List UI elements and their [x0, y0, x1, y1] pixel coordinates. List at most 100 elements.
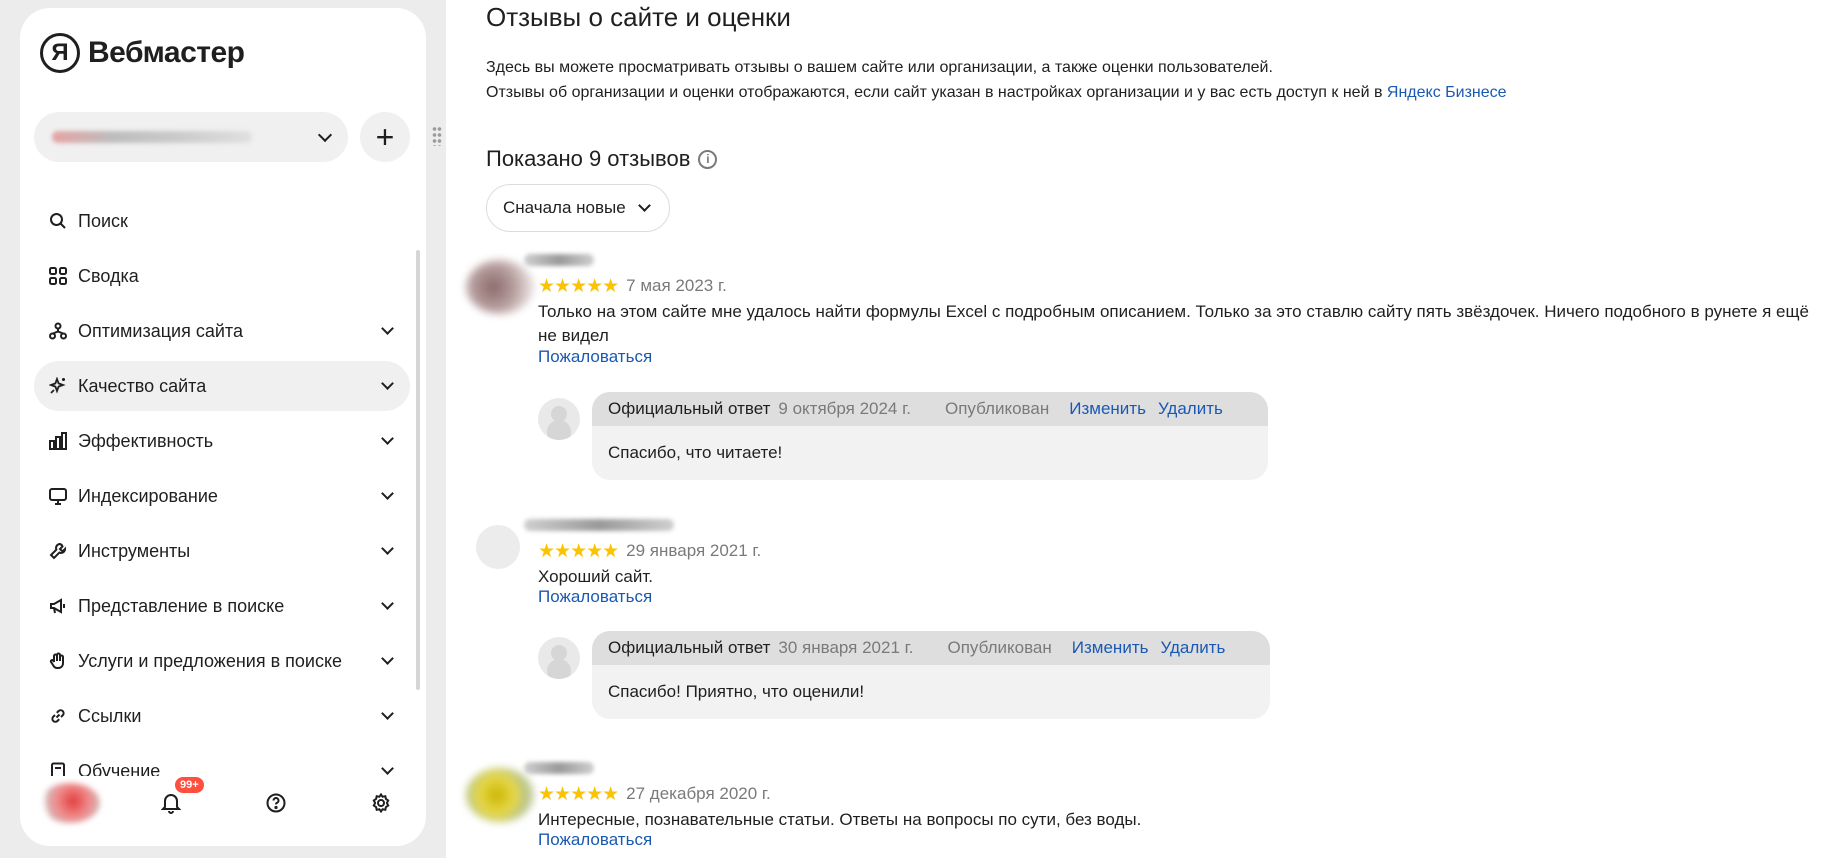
rating-stars: ★★★★★ [538, 540, 619, 562]
sidebar: Я Вебмастер + Поиск Сводка Оптимизация с… [20, 8, 426, 846]
reply-text: Спасибо, что читаете! [608, 443, 783, 462]
sidebar-item-indexing[interactable]: Индексирование [34, 471, 410, 521]
edit-reply-link[interactable]: Изменить [1072, 638, 1149, 658]
gear-icon[interactable] [370, 792, 392, 814]
review-meta: ★★★★★ 7 мая 2023 г. [538, 276, 727, 296]
chevron-down-icon [381, 597, 394, 610]
sidebar-item-label: Представление в поиске [78, 595, 285, 616]
delete-reply-link[interactable]: Удалить [1158, 399, 1223, 419]
site-name-redacted [52, 131, 252, 143]
search-icon [48, 211, 68, 231]
sidebar-item-label: Инструменты [78, 540, 191, 561]
chevron-down-icon [381, 377, 394, 390]
reviewer-avatar [466, 768, 534, 822]
bar-chart-icon [48, 431, 68, 451]
sidebar-resize-handle[interactable] [432, 126, 442, 146]
reviewer-avatar [466, 260, 534, 314]
notifications-badge: 99+ [175, 777, 204, 793]
monitor-icon [48, 486, 68, 506]
sidebar-item-tools[interactable]: Инструменты [34, 526, 410, 576]
sidebar-bottom-bar: 99+ [20, 775, 426, 835]
complain-link[interactable]: Пожаловаться [538, 830, 652, 850]
reply-label: Официальный ответ [608, 399, 771, 418]
help-icon[interactable] [265, 792, 287, 814]
sidebar-item-learning[interactable]: Обучение [34, 746, 410, 776]
chevron-down-icon [381, 762, 394, 775]
reply-avatar [538, 398, 580, 440]
grid-icon [48, 266, 68, 286]
sidebar-item-links[interactable]: Ссылки [34, 691, 410, 741]
reviews-count-label: Показано 9 отзывов [486, 146, 691, 171]
complain-link[interactable]: Пожаловаться [538, 347, 652, 367]
yandex-business-link[interactable]: Яндекс Бизнесе [1387, 84, 1507, 101]
yandex-logo-icon: Я [40, 33, 80, 73]
sidebar-item-label: Сводка [78, 265, 139, 286]
complain-link[interactable]: Пожаловаться [538, 587, 652, 607]
review-meta: ★★★★★ 29 января 2021 г. [538, 541, 761, 561]
reply-text: Спасибо! Приятно, что оценили! [608, 682, 865, 701]
rating-stars: ★★★★★ [538, 783, 619, 805]
chevron-down-icon [637, 199, 651, 212]
reply-date: 30 января 2021 г. [778, 638, 914, 657]
sidebar-item-label: Оптимизация сайта [78, 320, 243, 341]
sidebar-scrollbar[interactable] [416, 250, 420, 690]
avatar[interactable] [40, 783, 100, 823]
review-date: 27 декабря 2020 г. [626, 784, 771, 803]
bell-icon[interactable] [160, 792, 182, 814]
sidebar-item-summary[interactable]: Сводка [34, 251, 410, 301]
review-date: 7 мая 2023 г. [626, 276, 727, 295]
sidebar-item-services[interactable]: Услуги и предложения в поиске [34, 636, 410, 686]
logo-text: Вебмастер [88, 36, 245, 69]
sidebar-item-label: Эффективность [78, 430, 214, 451]
sidebar-item-efficiency[interactable]: Эффективность [34, 416, 410, 466]
sparkles-icon [48, 376, 68, 396]
review-meta: ★★★★★ 27 декабря 2020 г. [538, 784, 771, 804]
reviewer-name-redacted [524, 519, 674, 531]
reviewer-avatar [476, 525, 520, 569]
sidebar-item-quality[interactable]: Качество сайта [34, 361, 410, 411]
intro-line-1: Здесь вы можете просматривать отзывы о в… [486, 59, 1273, 76]
intro-line-2: Отзывы об организации и оценки отображаю… [486, 80, 1507, 105]
sidebar-item-label: Индексирование [78, 485, 218, 506]
review-date: 29 января 2021 г. [626, 541, 762, 560]
sidebar-nav: Поиск Сводка Оптимизация сайта Качество … [34, 196, 410, 776]
hand-icon [48, 651, 68, 671]
sidebar-item-optimization[interactable]: Оптимизация сайта [34, 306, 410, 356]
chevron-down-icon [317, 127, 333, 142]
delete-reply-link[interactable]: Удалить [1160, 638, 1225, 658]
reply-avatar [538, 637, 580, 679]
sidebar-item-search[interactable]: Поиск [34, 196, 410, 246]
add-site-button[interactable]: + [360, 112, 410, 162]
chevron-down-icon [381, 432, 394, 445]
sidebar-item-label: Ссылки [78, 705, 142, 726]
reply-header: Официальный ответ 9 октября 2024 г. Опуб… [592, 392, 1268, 426]
sidebar-item-label: Услуги и предложения в поиске [78, 650, 343, 671]
intro-text: Здесь вы можете просматривать отзывы о в… [486, 55, 1507, 105]
page-title: Отзывы о сайте и оценки [486, 2, 791, 32]
sidebar-item-search-appearance[interactable]: Представление в поиске [34, 581, 410, 631]
reply-box: Официальный ответ 30 января 2021 г. Опуб… [592, 631, 1270, 719]
reviewer-name-redacted [524, 762, 594, 774]
reply-status: Опубликован [947, 638, 1052, 657]
chevron-down-icon [381, 487, 394, 500]
sidebar-item-label: Качество сайта [78, 375, 207, 396]
intro-line-2-text: Отзывы об организации и оценки отображаю… [486, 84, 1387, 101]
reply-status: Опубликован [944, 399, 1050, 418]
edit-reply-link[interactable]: Изменить [1069, 399, 1146, 419]
reviewer-name-redacted [524, 254, 594, 266]
logo[interactable]: Я Вебмастер [40, 32, 245, 74]
info-icon[interactable]: i [698, 149, 718, 169]
reply-date: 9 октября 2024 г. [778, 399, 911, 418]
reply-box: Официальный ответ 9 октября 2024 г. Опуб… [592, 392, 1268, 480]
site-selector[interactable] [34, 112, 348, 162]
book-icon [48, 761, 68, 776]
reply-label: Официальный ответ [608, 638, 771, 657]
chevron-down-icon [381, 707, 394, 720]
sort-label: Сначала новые [503, 198, 626, 217]
wrench-icon [48, 541, 68, 561]
review-text: Интересные, познавательные статьи. Ответ… [538, 810, 1142, 829]
sitemap-icon [48, 321, 68, 341]
sidebar-item-label: Обучение [78, 760, 161, 777]
chevron-down-icon [381, 322, 394, 335]
sort-dropdown[interactable]: Сначала новые [486, 184, 670, 232]
